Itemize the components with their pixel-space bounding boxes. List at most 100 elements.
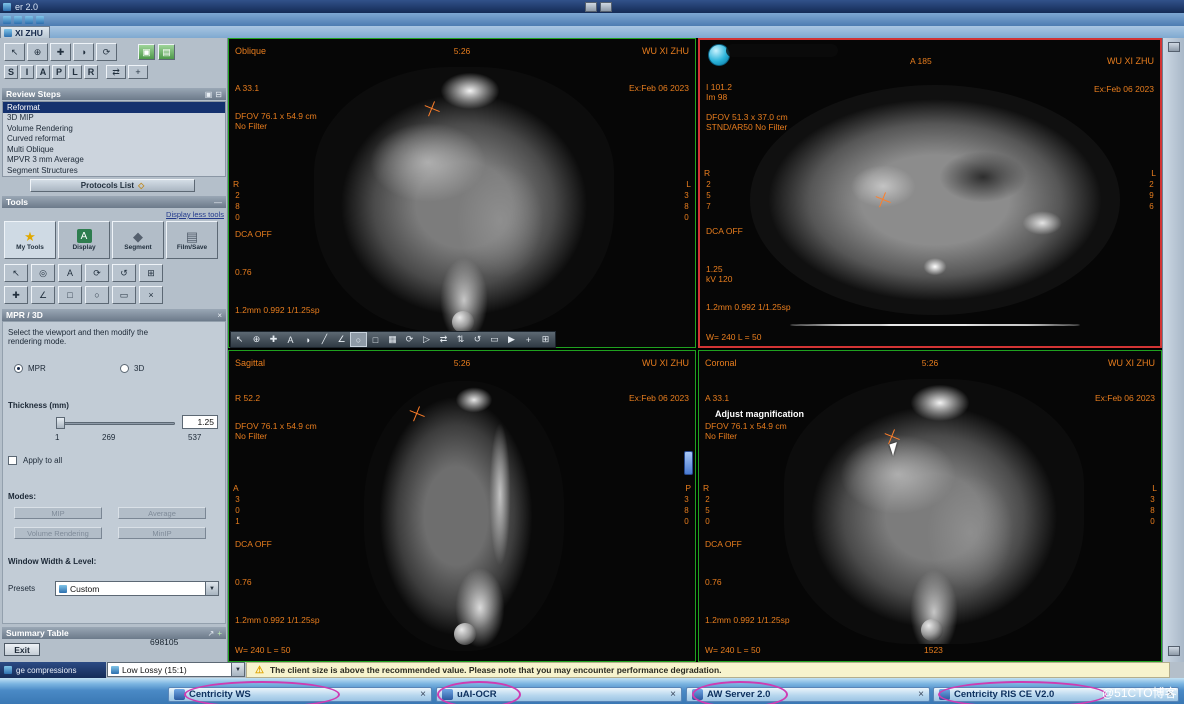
protocols-list-button[interactable]: Protocols List ◇ [30,179,195,192]
swap-views-button[interactable]: ⇄ [106,65,126,79]
window-level-tool-button[interactable]: ◑ [73,43,94,61]
ct-image-coronal[interactable] [784,379,1084,644]
ct-image-oblique[interactable] [314,67,614,332]
viewport-scrollbar-thumb[interactable] [684,451,693,475]
viewport-axial[interactable]: A 185 WU XI ZHU I 101.2 Im 98 Ex:Feb 06 … [698,38,1162,348]
rotate-icon[interactable]: ⟳ [401,332,418,347]
patient-tab[interactable]: XI ZHU [0,26,50,38]
measure-angle-icon[interactable]: ∠ [333,332,350,347]
taskbar-tab-uai-ocr[interactable]: uAI-OCR × [436,687,682,702]
tab-film-save[interactable]: ▤ Film/Save [166,221,218,259]
tool-reset-button[interactable]: ↺ [112,264,136,282]
exit-button[interactable]: Exit [4,643,40,656]
tool-annotate-button[interactable]: A [58,264,82,282]
undo-icon[interactable]: ↺ [469,332,486,347]
viewport-coronal[interactable]: Coronal 5:26 WU XI ZHU A 33.1 Ex:Feb 06 … [698,350,1162,662]
menu-icon-1[interactable] [3,16,11,24]
radio-3d[interactable]: 3D [120,364,144,373]
window-minimize-button[interactable] [585,2,597,12]
tab-my-tools[interactable]: ★ My Tools [4,221,56,259]
trackball-widget[interactable] [921,619,943,641]
trackball-widget[interactable] [452,311,474,333]
cine-play-icon[interactable]: ▷ [418,332,435,347]
tool-probe-button[interactable]: ◎ [31,264,55,282]
tool-cross-button[interactable]: ✚ [4,286,28,304]
add-view-button[interactable]: + [128,65,148,79]
display-less-tools-link[interactable]: Display less tools [2,210,224,219]
step-3d-mip[interactable]: 3D MIP [3,113,225,124]
orientation-s-button[interactable]: S [4,65,18,79]
layout-icon[interactable]: ⊞ [537,332,554,347]
text-annotation-icon[interactable]: A [282,332,299,347]
tool-rect-roi-button[interactable]: □ [58,286,82,304]
mode-minip-button[interactable]: MinIP [118,527,206,539]
taskbar-tab-aw-server[interactable]: AW Server 2.0 × [686,687,930,702]
roi-rect-icon[interactable]: □ [367,332,384,347]
step-reformat[interactable]: Reformat [3,102,225,113]
zoom-tool-icon[interactable]: ⊕ [248,332,265,347]
tool-angle-button[interactable]: ∠ [31,286,55,304]
tool-ellipse-roi-button[interactable]: ○ [85,286,109,304]
step-multi-oblique[interactable]: Multi Oblique [3,144,225,155]
menu-icon-4[interactable] [36,16,44,24]
strip-top-button[interactable] [1168,42,1180,52]
pan-tool-button[interactable]: ✚ [50,43,71,61]
orientation-a-button[interactable]: A [36,65,50,79]
trackball-widget[interactable] [454,623,476,645]
mode-volume-rendering-button[interactable]: Volume Rendering [14,527,102,539]
presets-dropdown[interactable]: Custom ▼ [55,581,219,596]
pan-tool-icon[interactable]: ✚ [265,332,282,347]
select-tool-icon[interactable]: ↖ [231,332,248,347]
thickness-value-field[interactable]: 1.25 [182,415,218,429]
rotate-tool-button[interactable]: ⟳ [96,43,117,61]
viewport-sagittal[interactable]: Sagittal 5:26 WU XI ZHU R 52.2 Ex:Feb 06… [228,350,696,662]
step-mpvr[interactable]: MPVR 3 mm Average [3,155,225,166]
orientation-i-button[interactable]: I [20,65,34,79]
mode-mip-button[interactable]: MIP [14,507,102,519]
step-curved-reformat[interactable]: Curved reformat [3,134,225,145]
thickness-slider-track[interactable] [57,422,175,425]
tool-delete-button[interactable]: × [139,286,163,304]
viewport-oblique[interactable]: Oblique 5:26 WU XI ZHU A 33.1 Ex:Feb 06 … [228,38,696,348]
save-state-button[interactable]: ▣ [138,44,155,60]
tab-display[interactable]: A Display [58,221,110,259]
roi-ellipse-icon[interactable]: ○ [350,332,367,347]
flip-horizontal-icon[interactable]: ⇄ [435,332,452,347]
compression-dropdown-arrow[interactable]: ▼ [231,663,244,676]
thickness-slider-thumb[interactable] [56,417,65,429]
menu-icon-3[interactable] [25,16,33,24]
tool-rotate3d-button[interactable]: ⟳ [85,264,109,282]
orientation-r-button[interactable]: R [84,65,98,79]
film-button[interactable]: ▤ [158,44,175,60]
radio-mpr[interactable]: MPR [14,364,46,373]
add-annotation-icon[interactable]: + [520,332,537,347]
taskbar-tab-centricity-ws[interactable]: Centricity WS × [168,687,432,702]
flip-vertical-icon[interactable]: ⇅ [452,332,469,347]
orientation-p-button[interactable]: P [52,65,66,79]
tool-layout-button[interactable]: ⊞ [139,264,163,282]
menu-icon-2[interactable] [14,16,22,24]
tab-segment[interactable]: ◆ Segment [112,221,164,259]
window-level-icon[interactable]: ◑ [299,332,316,347]
close-tab-icon[interactable]: × [420,689,426,700]
close-tab-icon[interactable]: × [918,689,924,700]
tool-pointer-button[interactable]: ↖ [4,264,28,282]
select-tool-button[interactable]: ↖ [4,43,25,61]
close-panel-icon[interactable]: × [217,311,222,320]
measure-line-icon[interactable]: ╱ [316,332,333,347]
collapse-icon[interactable]: ⊟ [215,90,222,99]
apply-to-all-checkbox[interactable]: Apply to all [8,456,62,465]
ct-image-axial[interactable] [750,85,1120,315]
tool-crop-button[interactable]: ▭ [112,286,136,304]
grid-icon[interactable]: ▦ [384,332,401,347]
step-volume-rendering[interactable]: Volume Rendering [3,123,225,134]
strip-bottom-button[interactable] [1168,646,1180,656]
mode-average-button[interactable]: Average [118,507,206,519]
camera-icon[interactable]: ▣ [205,90,213,99]
compression-dropdown[interactable]: Low Lossy (15:1) ▼ [107,662,245,677]
pointer-icon[interactable]: ▶ [503,332,520,347]
crop-icon[interactable]: ▭ [486,332,503,347]
minimize-tools-icon[interactable]: — [214,198,222,207]
orientation-l-button[interactable]: L [68,65,82,79]
plus-icon[interactable]: + [217,629,222,638]
